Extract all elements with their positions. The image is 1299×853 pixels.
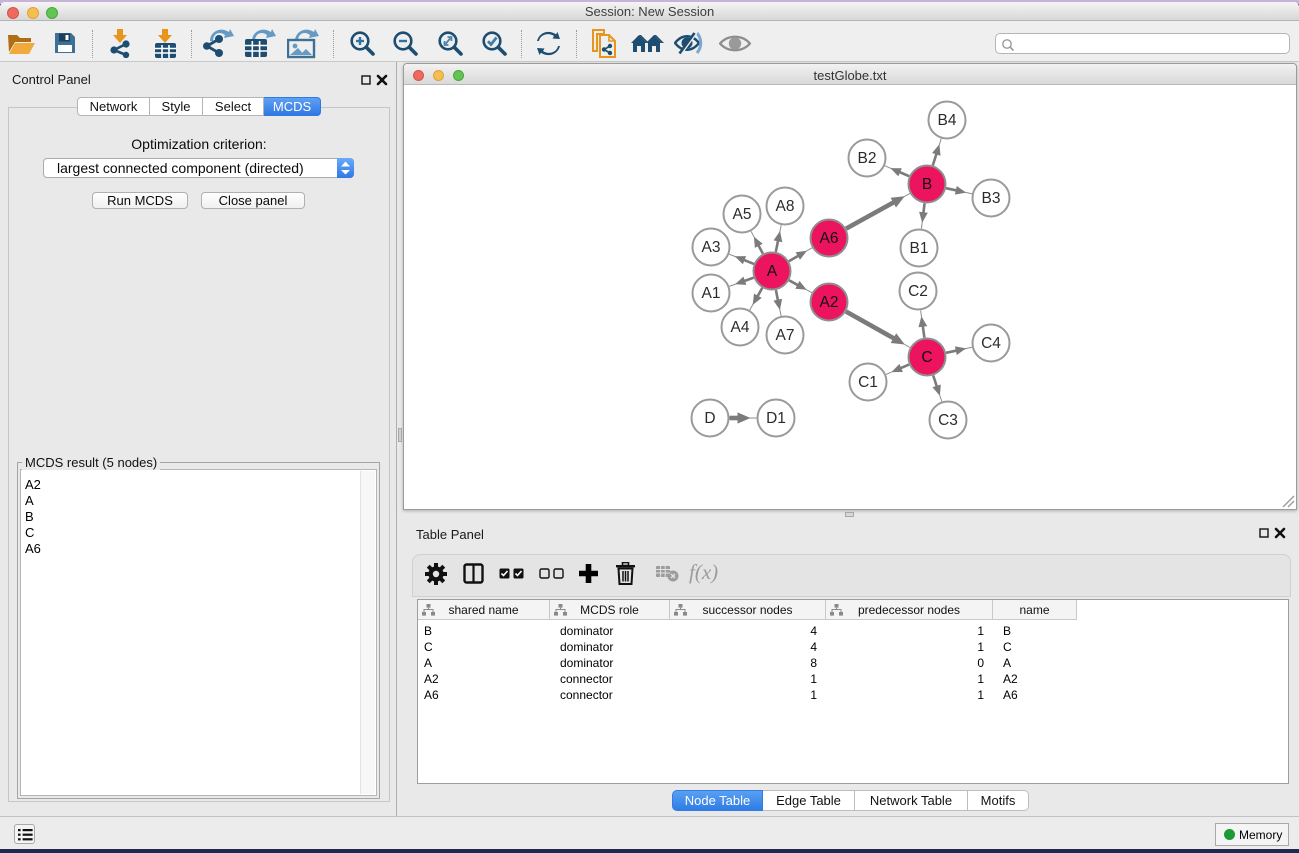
svg-text:B3: B3 (982, 190, 1001, 207)
svg-text:D: D (704, 410, 715, 427)
svg-text:A3: A3 (702, 239, 721, 256)
svg-text:B1: B1 (910, 240, 929, 257)
svg-text:A8: A8 (776, 198, 795, 215)
svg-text:B4: B4 (938, 112, 957, 129)
svg-text:A7: A7 (776, 327, 795, 344)
svg-text:B2: B2 (858, 150, 877, 167)
svg-text:A5: A5 (733, 206, 752, 223)
svg-text:C3: C3 (938, 412, 958, 429)
svg-text:D1: D1 (766, 410, 786, 427)
svg-text:C4: C4 (981, 335, 1001, 352)
svg-text:A4: A4 (731, 319, 750, 336)
svg-text:A1: A1 (702, 285, 721, 302)
svg-text:C1: C1 (858, 374, 878, 391)
svg-text:C: C (921, 349, 932, 366)
svg-text:A2: A2 (820, 294, 839, 311)
svg-text:A: A (767, 263, 778, 280)
svg-text:C2: C2 (908, 283, 928, 300)
svg-text:A6: A6 (820, 230, 839, 247)
svg-text:B: B (922, 176, 932, 193)
